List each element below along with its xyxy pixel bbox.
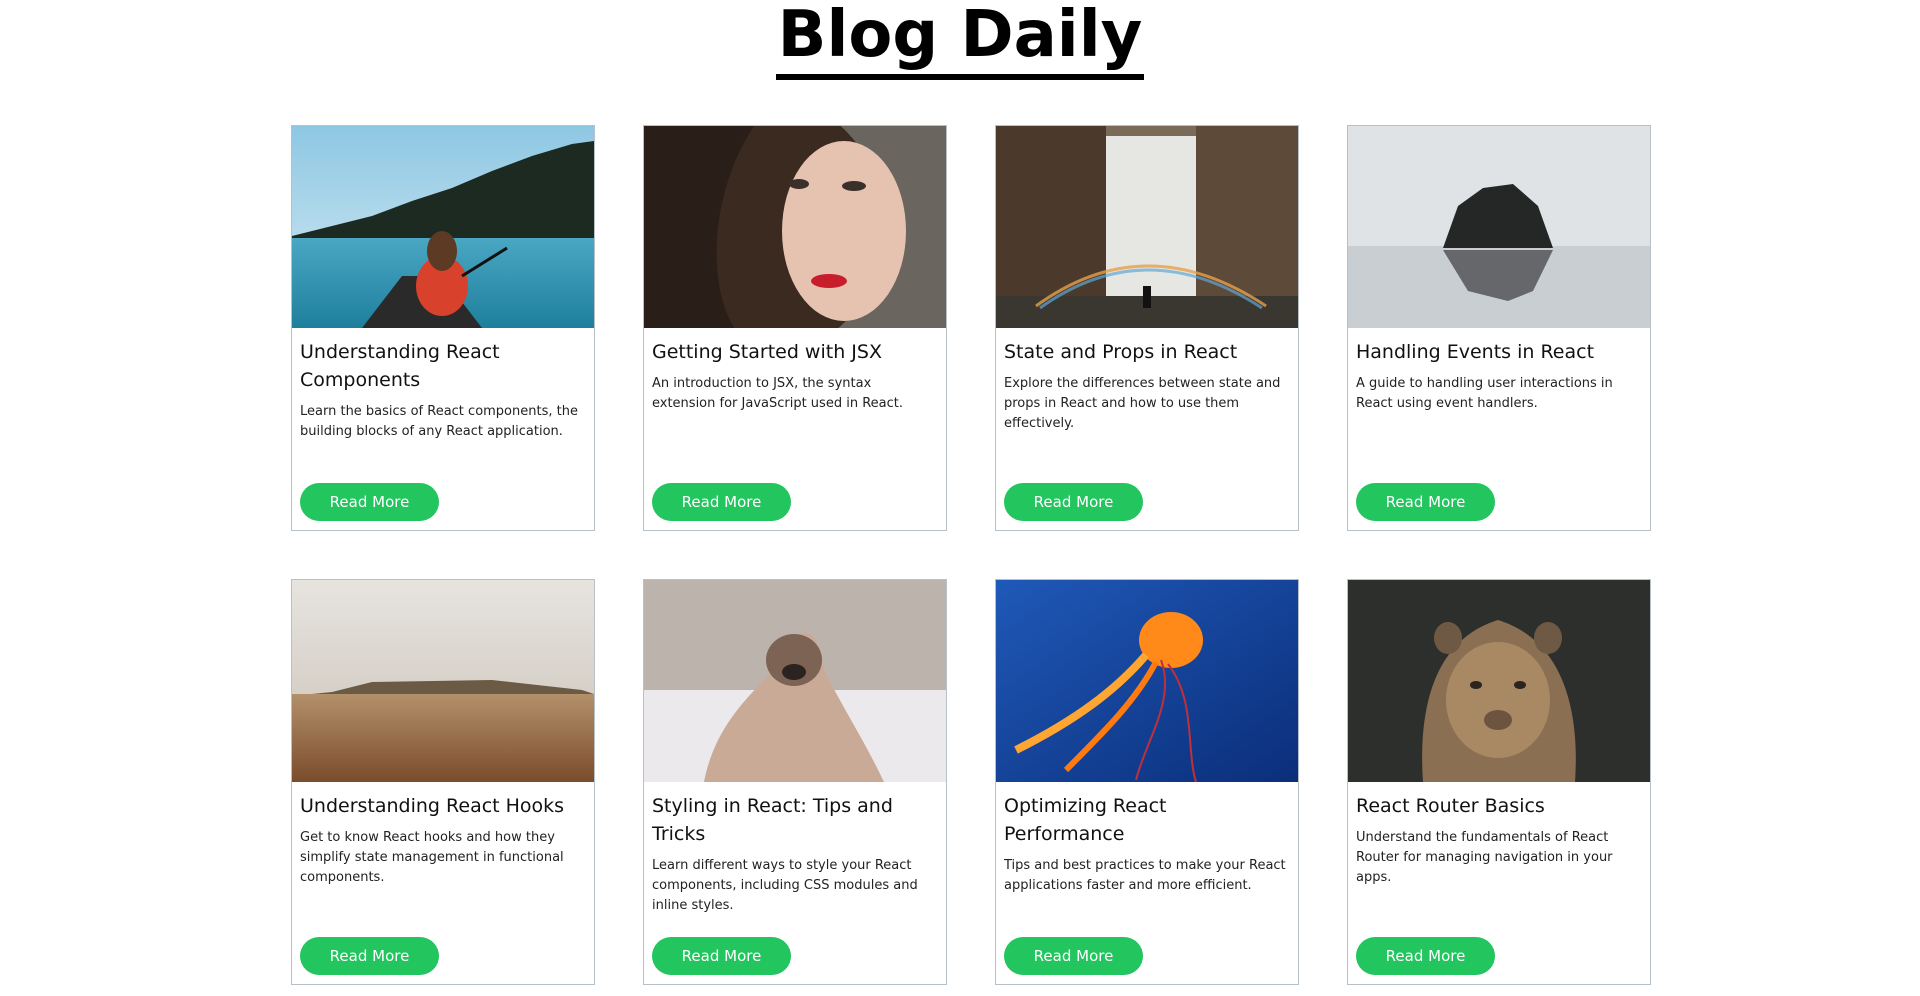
post-description: A guide to handling user interactions in… bbox=[1356, 376, 1613, 411]
post-card: Understanding React Components Learn the… bbox=[291, 125, 595, 531]
post-card: Styling in React: Tips and Tricks Learn … bbox=[643, 579, 947, 985]
post-card: Optimizing React Performance Tips and be… bbox=[995, 579, 1299, 985]
page-title: Blog Daily bbox=[0, 0, 1920, 80]
post-image-sea-rock[interactable] bbox=[1348, 126, 1650, 328]
post-title[interactable]: Understanding React Components bbox=[300, 338, 586, 394]
read-more-button[interactable]: Read More bbox=[1004, 937, 1143, 975]
post-image-beach[interactable] bbox=[292, 580, 594, 782]
post-image-portrait[interactable] bbox=[644, 126, 946, 328]
post-title[interactable]: Styling in React: Tips and Tricks bbox=[652, 792, 938, 848]
read-more-button[interactable]: Read More bbox=[652, 937, 791, 975]
post-description: Understand the fundamentals of React Rou… bbox=[1356, 830, 1613, 885]
post-title[interactable]: Handling Events in React bbox=[1356, 338, 1642, 366]
post-title[interactable]: Getting Started with JSX bbox=[652, 338, 938, 366]
post-image-waterfall[interactable] bbox=[996, 126, 1298, 328]
post-title[interactable]: Optimizing React Performance bbox=[1004, 792, 1290, 848]
read-more-button[interactable]: Read More bbox=[1356, 483, 1495, 521]
post-card: Getting Started with JSX An introduction… bbox=[643, 125, 947, 531]
read-more-button[interactable]: Read More bbox=[1004, 483, 1143, 521]
post-description: Learn the basics of React components, th… bbox=[300, 404, 578, 439]
post-image-pug[interactable] bbox=[644, 580, 946, 782]
post-title[interactable]: Understanding React Hooks bbox=[300, 792, 586, 820]
post-description: Tips and best practices to make your Rea… bbox=[1004, 858, 1286, 893]
post-card: Understanding React Hooks Get to know Re… bbox=[291, 579, 595, 985]
post-description: Explore the differences between state an… bbox=[1004, 376, 1281, 431]
read-more-button[interactable]: Read More bbox=[1356, 937, 1495, 975]
post-image-lioness[interactable] bbox=[1348, 580, 1650, 782]
post-card: Handling Events in React A guide to hand… bbox=[1347, 125, 1651, 531]
read-more-button[interactable]: Read More bbox=[300, 937, 439, 975]
post-image-canoe-lake[interactable] bbox=[292, 126, 594, 328]
site-title-text: Blog Daily bbox=[775, 0, 1145, 80]
read-more-button[interactable]: Read More bbox=[652, 483, 791, 521]
read-more-button[interactable]: Read More bbox=[300, 483, 439, 521]
page: Blog Daily Understanding React Component… bbox=[0, 0, 1920, 996]
post-description: An introduction to JSX, the syntax exten… bbox=[652, 376, 903, 411]
post-card: React Router Basics Understand the funda… bbox=[1347, 579, 1651, 985]
post-grid: Understanding React Components Learn the… bbox=[291, 125, 1651, 985]
post-description: Get to know React hooks and how they sim… bbox=[300, 830, 564, 885]
post-title[interactable]: React Router Basics bbox=[1356, 792, 1642, 820]
post-card: State and Props in React Explore the dif… bbox=[995, 125, 1299, 531]
post-title[interactable]: State and Props in React bbox=[1004, 338, 1290, 366]
post-image-jellyfish[interactable] bbox=[996, 580, 1298, 782]
post-description: Learn different ways to style your React… bbox=[652, 858, 918, 913]
